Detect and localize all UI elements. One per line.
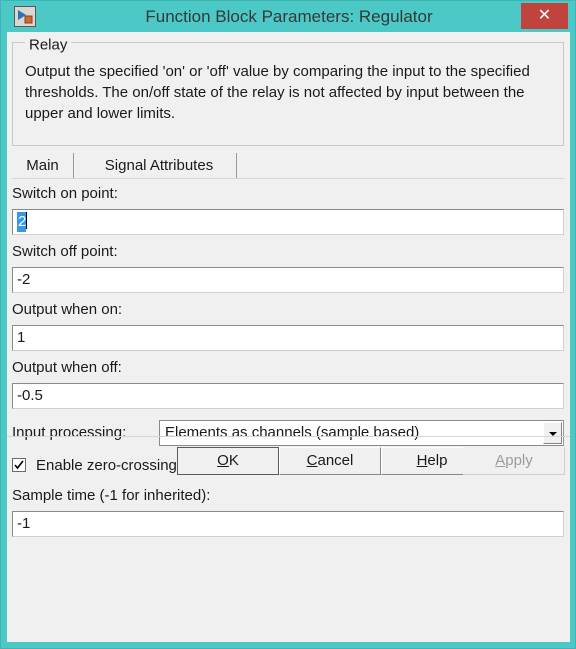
label-switch-off-point: Switch off point: xyxy=(12,243,118,260)
label-sample-time: Sample time (-1 for inherited): xyxy=(12,487,211,504)
chevron-down-icon[interactable] xyxy=(543,422,562,444)
help-label-rest: elp xyxy=(427,452,448,469)
cancel-mnemonic: C xyxy=(306,452,318,469)
dialog-window: Function Block Parameters: Regulator ✕ R… xyxy=(0,0,576,649)
selected-text: 2 xyxy=(17,212,27,232)
tab-main[interactable]: Main xyxy=(12,153,74,178)
groupbox-title: Relay xyxy=(25,36,72,54)
dropdown-input-processing[interactable]: Elements as channels (sample based) xyxy=(159,420,564,446)
input-output-when-off[interactable]: -0.5 xyxy=(12,383,564,409)
label-output-when-off: Output when off: xyxy=(12,359,122,376)
checkbox-enable-zero-crossing[interactable] xyxy=(12,458,26,472)
checkmark-icon xyxy=(14,460,24,470)
close-icon[interactable]: ✕ xyxy=(521,3,568,29)
button-bar-divider xyxy=(7,436,570,437)
cancel-label-rest: ancel xyxy=(317,452,354,469)
tab-signal-attributes[interactable]: Signal Attributes xyxy=(82,153,237,178)
label-switch-on-point: Switch on point: xyxy=(12,185,118,202)
text-caret xyxy=(26,212,28,229)
apply-mnemonic: A xyxy=(495,452,506,469)
input-switch-off-point[interactable]: -2 xyxy=(12,267,564,293)
input-sample-time[interactable]: -1 xyxy=(12,511,564,537)
help-mnemonic: H xyxy=(416,452,428,469)
ok-mnemonic: O xyxy=(217,452,229,469)
label-input-processing: Input processing: xyxy=(12,424,127,441)
input-processing-row: Input processing: Elements as channels (… xyxy=(12,420,564,446)
label-output-when-on: Output when on: xyxy=(12,301,123,318)
ok-button[interactable]: OK xyxy=(177,447,279,475)
apply-label-rest: pply xyxy=(505,452,533,469)
window-title: Function Block Parameters: Regulator xyxy=(145,7,433,26)
input-switch-on-point[interactable]: 2 xyxy=(12,209,564,235)
ok-label-rest: K xyxy=(228,452,239,469)
cancel-button[interactable]: Cancel xyxy=(279,447,381,475)
tab-underline xyxy=(12,178,564,179)
title-bar: Function Block Parameters: Regulator ✕ xyxy=(1,1,575,32)
block-description: Output the specified 'on' or 'off' value… xyxy=(25,63,530,122)
apply-button: Apply xyxy=(463,447,565,475)
relay-groupbox: Relay Output the specified 'on' or 'off'… xyxy=(12,36,564,146)
dropdown-selected-value: Elements as channels (sample based) xyxy=(165,424,420,441)
input-output-when-on[interactable]: 1 xyxy=(12,325,564,351)
tab-strip: Main Signal Attributes xyxy=(12,153,564,179)
dialog-client-area: Relay Output the specified 'on' or 'off'… xyxy=(7,32,570,642)
